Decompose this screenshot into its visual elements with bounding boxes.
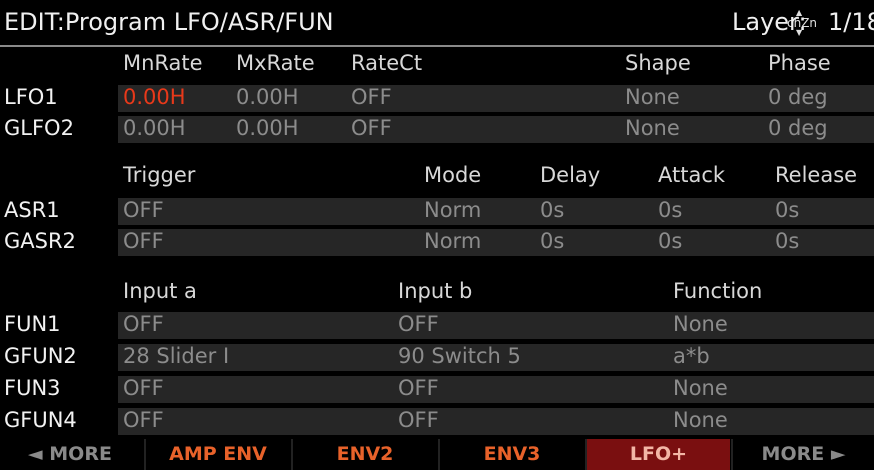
row-label-fun3: FUN3 [4, 376, 61, 400]
soft-button-bar: ◄ MORE AMP ENV ENV2 ENV3 LFO+ MORE ► [0, 439, 874, 470]
lfo-plus-button[interactable]: LFO+ [587, 439, 730, 470]
asr1-release-field[interactable]: 0s [775, 198, 799, 222]
gfun2-function-field[interactable]: a*b [673, 344, 710, 368]
gfun2-input-a-field[interactable]: 28 Slider I [123, 344, 229, 368]
col-function: Function [673, 279, 763, 303]
header-divider [0, 45, 874, 47]
lfo1-shape-field[interactable]: None [625, 85, 680, 109]
env3-button[interactable]: ENV3 [440, 439, 584, 470]
row-label-fun1: FUN1 [4, 312, 61, 336]
col-mxrate: MxRate [236, 51, 315, 75]
more-right-button[interactable]: MORE ► [733, 439, 874, 470]
fun3-input-a-field[interactable]: OFF [123, 376, 164, 400]
row-label-lfo1: LFO1 [4, 85, 58, 109]
row-label-gfun4: GFUN4 [4, 408, 77, 432]
asr1-trigger-field[interactable]: OFF [123, 198, 164, 222]
row-label-glfo2: GLFO2 [4, 116, 74, 140]
row-label-gfun2: GFUN2 [4, 344, 77, 368]
col-shape: Shape [625, 51, 691, 75]
header-bar: EDIT:Program LFO/ASR/FUN ▲ chZn ▼ Layer: 1… [0, 0, 874, 48]
fun3-input-b-field[interactable]: OFF [398, 376, 439, 400]
col-trigger: Trigger [123, 163, 196, 187]
amp-env-button[interactable]: AMP ENV [146, 439, 290, 470]
col-phase: Phase [768, 51, 831, 75]
row-glfo2-background [118, 116, 874, 143]
gasr2-trigger-field[interactable]: OFF [123, 229, 164, 253]
gfun4-input-a-field[interactable]: OFF [123, 408, 164, 432]
lfo1-phase-field[interactable]: 0 deg [768, 85, 828, 109]
gasr2-release-field[interactable]: 0s [775, 229, 799, 253]
fun1-input-a-field[interactable]: OFF [123, 312, 164, 336]
gasr2-attack-field[interactable]: 0s [658, 229, 682, 253]
gasr2-mode-field[interactable]: Norm [424, 229, 481, 253]
row-fun1-background [118, 312, 874, 339]
col-mnrate: MnRate [123, 51, 203, 75]
more-left-button[interactable]: ◄ MORE [0, 439, 140, 470]
row-label-asr1: ASR1 [4, 198, 60, 222]
gfun4-function-field[interactable]: None [673, 408, 728, 432]
layer-label: Layer: [732, 8, 807, 36]
col-ratect: RateCt [351, 51, 423, 75]
fun3-function-field[interactable]: None [673, 376, 728, 400]
lfo1-ratect-field[interactable]: OFF [351, 85, 392, 109]
lfo1-mnrate-field[interactable]: 0.00H [123, 85, 186, 109]
row-gasr2-background [118, 229, 874, 256]
fun1-input-b-field[interactable]: OFF [398, 312, 439, 336]
glfo2-mxrate-field[interactable]: 0.00H [236, 116, 299, 140]
gfun4-input-b-field[interactable]: OFF [398, 408, 439, 432]
col-mode: Mode [424, 163, 482, 187]
col-input-b: Input b [398, 279, 473, 303]
asr1-delay-field[interactable]: 0s [540, 198, 564, 222]
col-delay: Delay [540, 163, 601, 187]
gasr2-delay-field[interactable]: 0s [540, 229, 564, 253]
glfo2-ratect-field[interactable]: OFF [351, 116, 392, 140]
glfo2-shape-field[interactable]: None [625, 116, 680, 140]
row-fun3-background [118, 376, 874, 403]
col-input-a: Input a [123, 279, 197, 303]
env2-button[interactable]: ENV2 [293, 439, 437, 470]
col-attack: Attack [658, 163, 726, 187]
row-lfo1-background [118, 85, 874, 112]
asr1-mode-field[interactable]: Norm [424, 198, 481, 222]
lfo1-mxrate-field[interactable]: 0.00H [236, 85, 299, 109]
glfo2-mnrate-field[interactable]: 0.00H [123, 116, 186, 140]
row-asr1-background [118, 198, 874, 225]
asr1-attack-field[interactable]: 0s [658, 198, 682, 222]
glfo2-phase-field[interactable]: 0 deg [768, 116, 828, 140]
col-release: Release [775, 163, 858, 187]
page-title: EDIT:Program LFO/ASR/FUN [4, 8, 334, 36]
gfun2-input-b-field[interactable]: 90 Switch 5 [398, 344, 521, 368]
fun1-function-field[interactable]: None [673, 312, 728, 336]
row-gfun4-background [118, 408, 874, 435]
layer-value[interactable]: 1/18 [828, 8, 874, 36]
row-label-gasr2: GASR2 [4, 229, 76, 253]
